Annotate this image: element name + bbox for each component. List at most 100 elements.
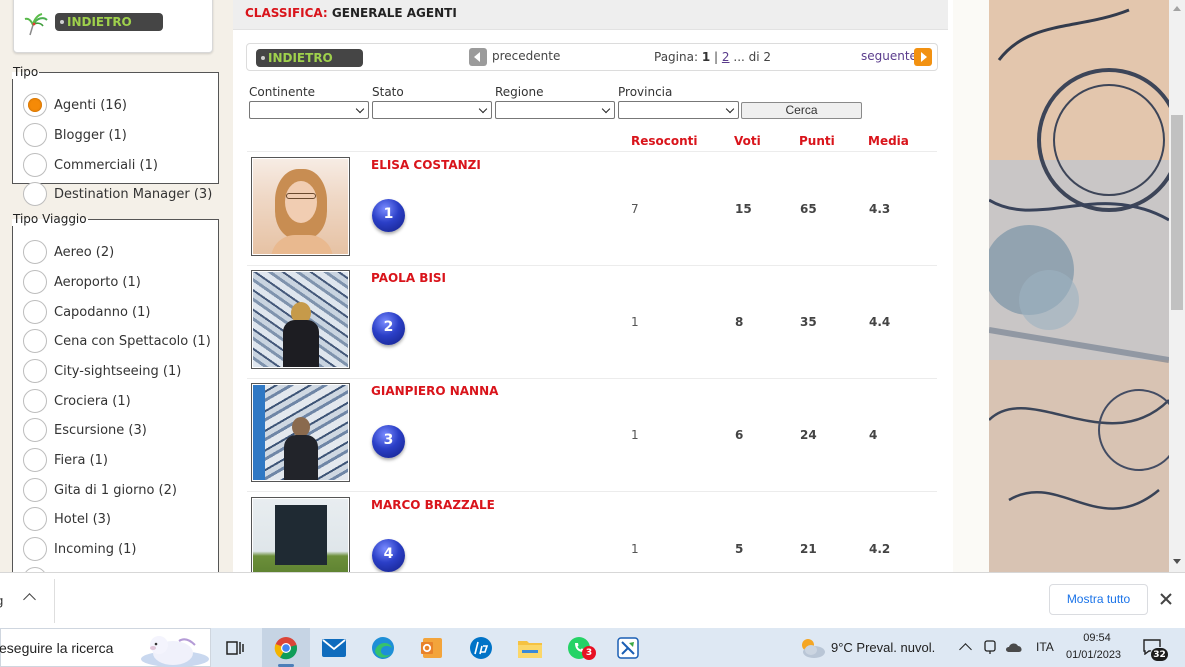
tray-chevron-up-icon[interactable] (959, 643, 972, 656)
punti-value: 65 (800, 202, 817, 216)
taskbar-search-box[interactable]: eseguire la ricerca (0, 628, 211, 667)
stato-select[interactable] (372, 101, 492, 119)
agent-name-link[interactable]: ELISA COSTANZI (371, 158, 481, 172)
table-row: ELISA COSTANZI 1 7 15 65 4.3 (247, 152, 937, 266)
radio-capodanno[interactable]: Capodanno (1) (23, 300, 150, 324)
whatsapp-icon[interactable]: 3 (555, 628, 603, 667)
agent-name-link[interactable]: PAOLA BISI (371, 271, 446, 285)
radio-icon[interactable] (23, 537, 47, 561)
agent-photo[interactable] (251, 497, 350, 572)
windows-taskbar: eseguire la ricerca 3 9°C Preval. nuvol.… (0, 628, 1185, 667)
download-bar: g Mostra tutto (0, 572, 1185, 628)
download-item-name[interactable]: g (0, 593, 3, 608)
resoconti-value: 1 (631, 315, 639, 329)
radio-icon[interactable] (23, 270, 47, 294)
radio-gita[interactable]: Gita di 1 giorno (2) (23, 478, 177, 502)
punti-value: 21 (800, 542, 817, 556)
onedrive-cloud-icon[interactable] (1005, 641, 1023, 653)
agent-photo[interactable] (251, 157, 350, 256)
agent-name-link[interactable]: GIANPIERO NANNA (371, 384, 498, 398)
weather-text[interactable]: 9°C Preval. nuvol. (831, 640, 935, 655)
file-explorer-icon[interactable] (506, 628, 554, 667)
regione-label: Regione (495, 85, 544, 99)
radio-blogger[interactable]: Blogger (1) (23, 123, 127, 147)
clock-date[interactable]: 01/01/2023 (1066, 649, 1121, 661)
agent-name-link[interactable]: MARCO BRAZZALE (371, 498, 495, 512)
prev-arrow-icon[interactable] (469, 48, 487, 66)
task-view-icon[interactable] (211, 628, 259, 667)
radio-agenti[interactable]: Agenti (16) (23, 93, 127, 117)
edge-icon[interactable] (359, 628, 407, 667)
table-row: GIANPIERO NANNA 3 1 6 24 4 (247, 378, 937, 492)
radio-crociera[interactable]: Crociera (1) (23, 389, 131, 413)
rank-badge: 1 (372, 199, 405, 232)
clock-time[interactable]: 09:54 (1080, 632, 1114, 644)
radio-aereo[interactable]: Aereo (2) (23, 240, 114, 264)
voti-value: 8 (735, 315, 744, 329)
radio-icon[interactable] (23, 359, 47, 383)
agent-photo[interactable] (251, 270, 350, 369)
search-button[interactable]: Cerca (741, 102, 862, 119)
radio-icon[interactable] (23, 300, 47, 324)
header-media: Media (868, 134, 909, 148)
radio-icon[interactable] (23, 153, 47, 177)
provincia-select[interactable] (618, 101, 739, 119)
scroll-up-icon[interactable] (1173, 6, 1181, 11)
radio-icon[interactable] (23, 418, 47, 442)
back-button[interactable]: INDIETRO (256, 49, 363, 67)
radio-destination-manager[interactable]: Destination Manager (3) (23, 182, 212, 206)
radio-icon[interactable] (23, 123, 47, 147)
continente-label: Continente (249, 85, 316, 99)
mail-icon[interactable] (310, 628, 358, 667)
radio-escursione[interactable]: Escursione (3) (23, 418, 147, 442)
weather-cloudy-icon (802, 639, 825, 658)
radio-icon[interactable] (23, 329, 47, 353)
prev-link[interactable]: precedente (492, 49, 560, 63)
radio-icon[interactable] (23, 389, 47, 413)
provincia-label: Provincia (618, 85, 673, 99)
decorative-background (953, 0, 1169, 572)
radio-cena-spettacolo[interactable]: Cena con Spettacolo (1) (23, 329, 211, 353)
radio-checked-icon[interactable] (23, 93, 47, 117)
radio-city-sightseeing[interactable]: City-sightseeing (1) (23, 359, 181, 383)
continente-select[interactable] (249, 101, 369, 119)
chrome-icon[interactable] (262, 628, 310, 667)
radio-icon[interactable] (23, 448, 47, 472)
agent-photo[interactable] (251, 383, 350, 482)
header-resoconti: Resoconti (631, 134, 698, 148)
scroll-down-icon[interactable] (1173, 559, 1181, 564)
pagination-bar: INDIETRO precedente Pagina: 1 | 2 ... di… (246, 43, 938, 71)
show-all-button[interactable]: Mostra tutto (1049, 584, 1148, 615)
hp-icon[interactable] (457, 628, 505, 667)
radio-fiera[interactable]: Fiera (1) (23, 448, 108, 472)
regione-select[interactable] (495, 101, 615, 119)
page-2-link[interactable]: 2 (722, 50, 730, 64)
radio-icon[interactable] (23, 182, 47, 206)
title-bar: CLASSIFICA: GENERALE AGENTI (233, 0, 948, 30)
radio-incoming[interactable]: Incoming (1) (23, 537, 137, 561)
chevron-up-icon[interactable] (23, 593, 36, 606)
language-indicator[interactable]: ITA (1036, 640, 1054, 654)
media-value: 4.2 (869, 542, 891, 556)
radio-icon[interactable] (23, 507, 47, 531)
voti-value: 5 (735, 542, 744, 556)
radio-icon[interactable] (23, 240, 47, 264)
tipo-filter-group: Tipo Agenti (16) Blogger (1) Commerciali… (12, 65, 219, 206)
pen-tray-icon[interactable] (984, 640, 996, 655)
page-scrollbar[interactable] (1169, 0, 1185, 572)
back-button[interactable]: INDIETRO (55, 13, 163, 31)
next-link[interactable]: seguente (861, 49, 917, 63)
close-icon[interactable] (1158, 591, 1174, 607)
outlook-icon[interactable] (408, 628, 456, 667)
next-arrow-icon[interactable] (914, 48, 932, 66)
web-page: INDIETRO Tipo Agenti (16) Blogger (1) Co… (0, 0, 1185, 572)
rank-badge: 2 (372, 312, 405, 345)
app-icon[interactable] (604, 628, 652, 667)
notification-count-badge: 32 (1150, 647, 1169, 662)
radio-hotel[interactable]: Hotel (3) (23, 507, 111, 531)
radio-commerciali[interactable]: Commerciali (1) (23, 153, 158, 177)
media-value: 4.3 (869, 202, 891, 216)
radio-icon[interactable] (23, 478, 47, 502)
radio-aeroporto[interactable]: Aeroporto (1) (23, 270, 141, 294)
scrollbar-thumb[interactable] (1171, 115, 1183, 310)
